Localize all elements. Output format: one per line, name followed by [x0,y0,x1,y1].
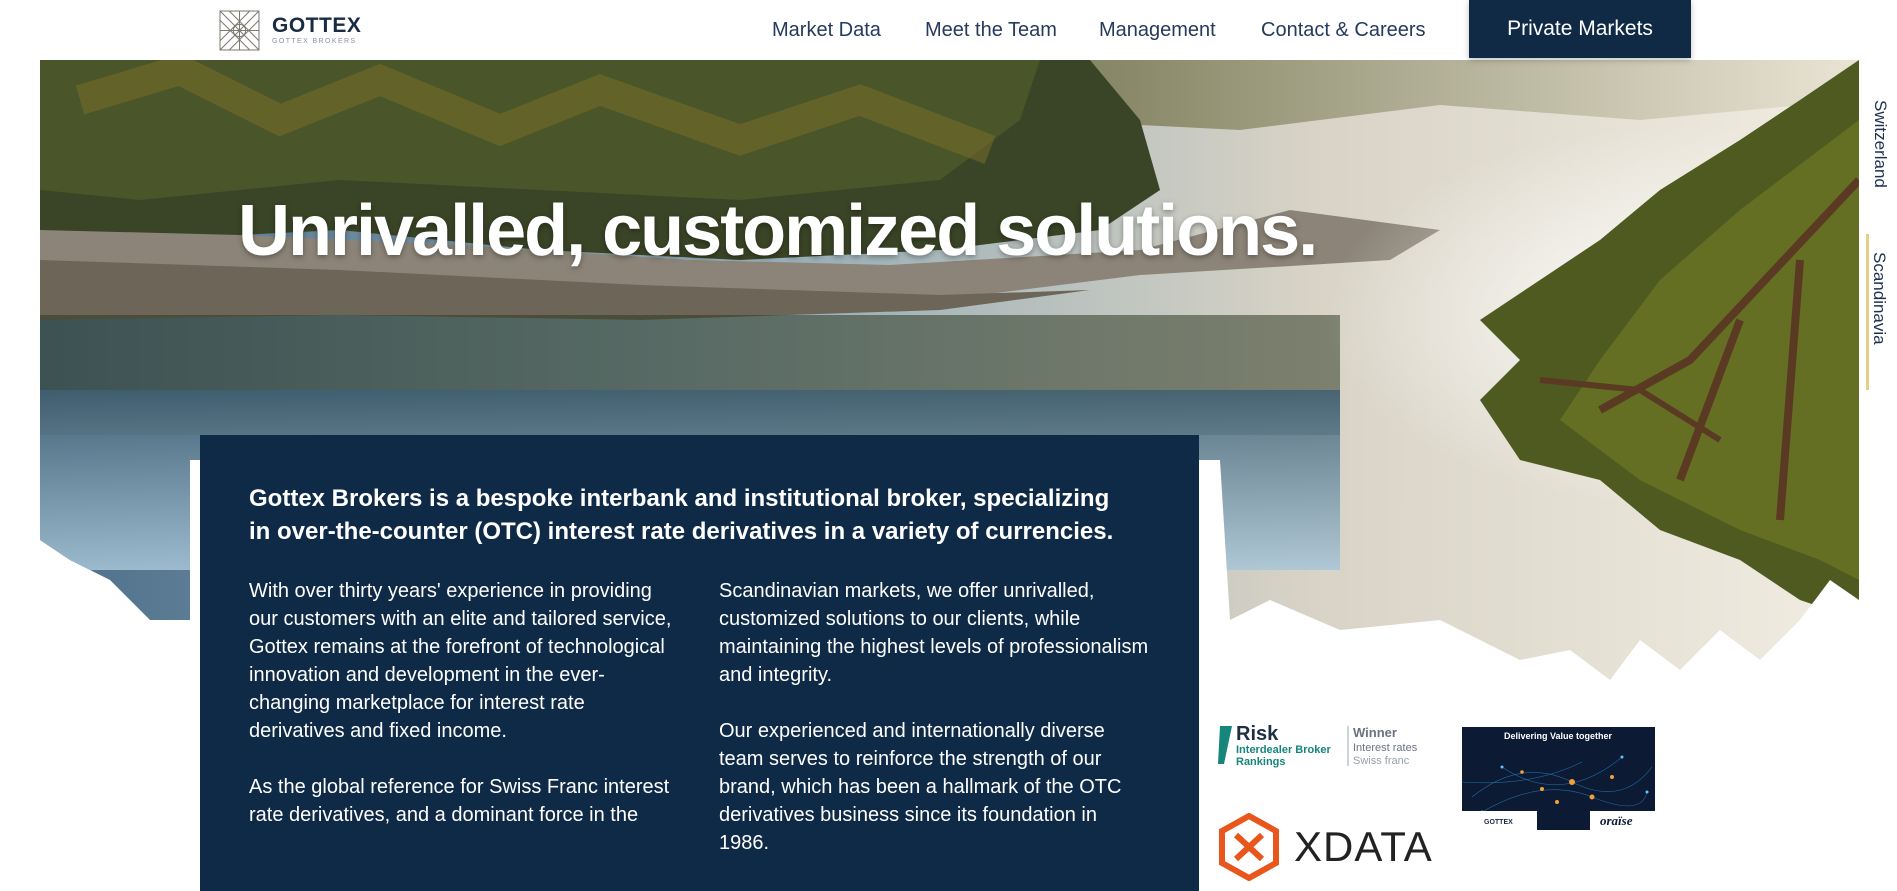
risk-subtitle-1: Interdealer Broker [1236,744,1331,756]
side-tab-switzerland[interactable]: Switzerland [1870,100,1890,188]
side-tab-scandinavia[interactable]: Scandinavia [1866,234,1889,390]
risk-award-logo: Risk Interdealer Broker Rankings Winner … [1218,723,1418,768]
nav-item-contact-careers[interactable]: Contact & Careers [1261,0,1426,60]
oraise-gottex-label: GOTTEX [1484,819,1513,826]
about-column-2: Scandinavian markets, we offer unrivalle… [719,577,1149,885]
about-column-1: With over thirty years' experience in pr… [249,577,679,857]
nav-item-management[interactable]: Management [1099,0,1216,60]
nav-item-market-data[interactable]: Market Data [772,0,881,60]
nav-link-meet-the-team[interactable]: Meet the Team [925,19,1057,42]
about-intro: Gottex Brokers is a bespoke interbank an… [249,485,1114,545]
oraise-brand: oraïse [1600,813,1633,828]
brand-logo[interactable]: GOTTEX GOTTEX BROKERS [219,9,379,51]
about-paragraph: With over thirty years' experience in pr… [249,580,672,742]
xdata-hexagon-icon [1219,813,1279,881]
hero-title: Unrivalled, customized solutions. [238,191,1318,271]
about-panel: Gottex Brokers is a bespoke interbank an… [200,435,1199,891]
about-paragraph: Scandinavian markets, we offer unrivalle… [719,580,1149,686]
about-paragraph: As the global reference for Swiss Franc … [249,776,670,826]
risk-winner: Winner [1353,725,1397,740]
nav-link-market-data[interactable]: Market Data [772,19,881,42]
risk-line-1: Interest rates [1353,742,1418,754]
oraise-network-image: Delivering Value together GOTTEX oraïse [1462,727,1655,830]
risk-subtitle-2: Rankings [1236,756,1286,768]
oraise-heading: Delivering Value together [1504,731,1613,741]
private-markets-button[interactable]: Private Markets [1469,0,1691,58]
brand-subtitle: GOTTEX BROKERS [272,37,357,45]
nav-link-management[interactable]: Management [1099,19,1216,42]
risk-award-badge: Risk Interdealer Broker Rankings Winner … [1218,722,1423,772]
xdata-logo: XDATA [1218,813,1433,881]
nav-item-meet-the-team[interactable]: Meet the Team [925,0,1057,60]
brand-name: GOTTEX [272,13,362,37]
gottex-logo-icon [219,10,260,50]
xdata-label: XDATA [1294,823,1433,870]
side-tab-scandinavia-label: Scandinavia [1870,252,1889,345]
site-header: GOTTEX GOTTEX BROKERS Market Data Meet t… [0,0,1897,60]
about-paragraph: Our experienced and internationally dive… [719,720,1122,854]
oraise-award-badge: Delivering Value together GOTTEX oraïse [1462,727,1655,830]
nav-link-contact-careers[interactable]: Contact & Careers [1261,19,1426,42]
risk-title: Risk [1236,723,1279,745]
risk-line-2: Swiss franc [1353,755,1410,767]
